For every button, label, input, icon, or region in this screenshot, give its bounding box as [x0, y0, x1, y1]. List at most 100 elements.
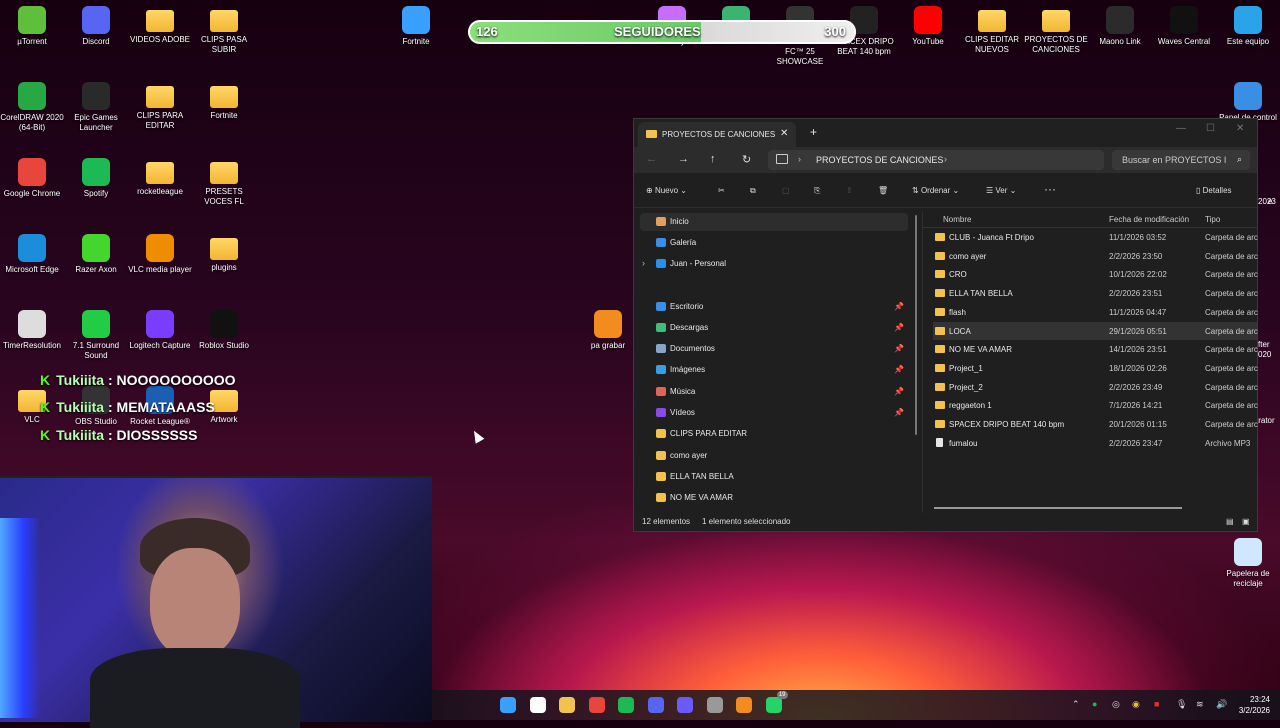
whatsapp-icon[interactable]: 19: [765, 691, 788, 713]
up-icon[interactable]: ↑: [710, 153, 716, 165]
desktop-icon-logitech-capture[interactable]: Logitech Capture: [128, 310, 192, 351]
desktop-icon-7-1-surround-sound[interactable]: 7.1 Surround Sound: [64, 310, 128, 361]
sidebar-item-escritorio[interactable]: Escritorio 📌: [640, 298, 908, 316]
spotify-icon[interactable]: [618, 697, 634, 713]
pin-icon[interactable]: 📌: [894, 323, 904, 332]
file-row[interactable]: fumalou 2/2/2026 23:47 Archivo MP3: [933, 434, 1257, 452]
sidebar-item-imagenes[interactable]: Imágenes 📌: [640, 361, 908, 379]
steam-tray-icon[interactable]: ◎: [1112, 699, 1120, 710]
sidebar-item-documentos[interactable]: Documentos 📌: [640, 340, 908, 358]
desktop-icon-razer-axon[interactable]: Razer Axon: [64, 234, 128, 275]
more-options-icon[interactable]: ···: [1044, 182, 1056, 196]
pin-icon[interactable]: 📌: [894, 365, 904, 374]
clock[interactable]: 23:24 3/2/2026: [1239, 694, 1270, 716]
desktop-icon-rocketleague[interactable]: rocketleague: [128, 158, 192, 197]
maono-tray-icon[interactable]: ◉: [1132, 699, 1140, 710]
details-view-icon[interactable]: ▤: [1226, 517, 1234, 526]
delete-icon[interactable]: 🗑: [878, 186, 888, 195]
tiles-view-icon[interactable]: ▣: [1242, 517, 1250, 526]
desktop-icon-clips-editar-nuevos[interactable]: CLIPS EDITAR NUEVOS: [960, 6, 1024, 55]
view-button[interactable]: ☰ Ver ⌄: [986, 186, 1016, 195]
desktop-icon-torrent[interactable]: µTorrent: [0, 6, 64, 47]
desktop-icon-coreldraw-2020-64-bit[interactable]: CorelDRAW 2020 (64-Bit): [0, 82, 64, 133]
app-tray-icon[interactable]: ■: [1154, 699, 1159, 709]
sidebar-item-musica[interactable]: Música 📌: [640, 383, 908, 401]
desktop-icon-videos-adobe[interactable]: VIDEOS ADOBE: [128, 6, 192, 45]
file-row[interactable]: Project_2 2/2/2026 23:49 Carpeta de arc: [933, 378, 1258, 396]
rename-icon[interactable]: ⎘: [814, 186, 820, 196]
desktop-icon-google-chrome[interactable]: Google Chrome: [0, 158, 64, 199]
back-icon[interactable]: ←: [646, 153, 657, 165]
desktop-icon-vlc-media-player[interactable]: VLC media player: [128, 234, 192, 275]
file-row[interactable]: CLUB - Juanca Ft Dripo 11/1/2026 03:52 Car…: [933, 228, 1258, 246]
paste-icon[interactable]: ▢: [782, 186, 790, 195]
desktop-icon-este-equipo[interactable]: Este equipo: [1216, 6, 1280, 47]
chevron-right-icon[interactable]: ›: [642, 258, 645, 268]
file-row[interactable]: LOCA 29/1/2026 05:51 Carpeta de arc: [933, 321, 1258, 340]
file-row[interactable]: ELLA TAN BELLA 2/2/2026 23:51 Carpeta de a…: [933, 284, 1258, 302]
maximize-icon[interactable]: ☐: [1206, 123, 1215, 134]
close-window-icon[interactable]: ✕: [1236, 123, 1244, 134]
volume-icon[interactable]: 🔊: [1216, 699, 1227, 710]
desktop-icon-waves-central[interactable]: Waves Central: [1152, 6, 1216, 47]
desktop-icon-fortnite[interactable]: Fortnite: [192, 82, 256, 121]
obs-icon[interactable]: [677, 697, 693, 713]
sidebar-item-videos[interactable]: Vídeos 📌: [640, 404, 908, 422]
search-icon[interactable]: [529, 697, 546, 713]
desktop-icon-proyectos-de-canciones[interactable]: PROYECTOS DE CANCIONES: [1024, 6, 1088, 55]
sort-button[interactable]: ⇅ Ordenar ⌄: [912, 186, 959, 195]
sidebar-item-juan-personal[interactable]: › Juan - Personal: [640, 255, 908, 273]
file-row[interactable]: Project_1 18/1/2026 02:26 Carpeta de arc: [933, 359, 1258, 377]
forward-icon[interactable]: →: [678, 153, 689, 165]
sidebar-item-no-me-va-amar[interactable]: NO ME VA AMAR: [640, 489, 908, 507]
file-row[interactable]: como ayer 2/2/2026 23:50 Carpeta de arc: [933, 247, 1258, 265]
horizontal-scrollbar[interactable]: [934, 507, 1182, 509]
tab-proyectos[interactable]: PROYECTOS DE CANCIONES ✕: [638, 122, 796, 147]
desktop-icon-clips-pasa-subir[interactable]: CLIPS PASA SUBIR: [192, 6, 256, 55]
pin-icon[interactable]: 📌: [894, 302, 904, 311]
sidebar-item-clips-para-editar[interactable]: CLIPS PARA EDITAR: [640, 425, 908, 443]
desktop-icon-youtube[interactable]: YouTube: [896, 6, 960, 47]
spotify-tray-icon[interactable]: ●: [1092, 699, 1097, 709]
share-icon[interactable]: ⇪: [846, 186, 853, 195]
search-box[interactable]: Buscar en PROYECTOS I ⌕: [1112, 150, 1250, 170]
fl-studio-icon[interactable]: [736, 697, 752, 713]
desktop-icon-epic-games-launcher[interactable]: Epic Games Launcher: [64, 82, 128, 133]
file-row[interactable]: NO ME VA AMAR 14/1/2026 23:51 Carpeta de a…: [933, 340, 1258, 358]
desktop-icon-clips-para-editar[interactable]: CLIPS PARA EDITAR: [128, 82, 192, 131]
desktop-icon-plugins[interactable]: plugins: [192, 234, 256, 273]
start-icon[interactable]: [500, 697, 516, 713]
desktop-icon-discord[interactable]: Discord: [64, 6, 128, 47]
copy-icon[interactable]: ⧉: [750, 186, 756, 196]
new-tab-icon[interactable]: +: [810, 125, 817, 139]
wifi-icon[interactable]: ≋: [1196, 699, 1204, 710]
details-button[interactable]: ▯ Detalles: [1196, 186, 1232, 195]
file-row[interactable]: SPACEX DRIPO BEAT 140 bpm 20/1/2026 01:15…: [933, 415, 1258, 433]
desktop-icon-presets-voces-fl[interactable]: PRESETS VOCES FL: [192, 158, 256, 207]
desktop-icon-fortnite[interactable]: Fortnite: [384, 6, 448, 47]
sidebar-item-inicio[interactable]: Inicio: [640, 213, 908, 231]
new-button[interactable]: ⊕ Nuevo ⌄: [646, 186, 687, 195]
sidebar-item-galeria[interactable]: Galería: [640, 234, 908, 252]
chevron-right-icon[interactable]: ›: [944, 154, 947, 164]
column-type[interactable]: Tipo: [1205, 215, 1220, 224]
cut-icon[interactable]: ✂: [718, 186, 725, 195]
desktop-icon-microsoft-edge[interactable]: Microsoft Edge: [0, 234, 64, 275]
desktop-icon-spotify[interactable]: Spotify: [64, 158, 128, 199]
file-row[interactable]: CRO 10/1/2026 22:02 Carpeta de arc: [933, 265, 1258, 283]
minimize-icon[interactable]: —: [1176, 123, 1186, 134]
desktop-icon-panel-de-control[interactable]: Panel de control: [1216, 82, 1280, 123]
pin-icon[interactable]: 📌: [894, 387, 904, 396]
microphone-icon[interactable]: 🎙: [1176, 699, 1187, 710]
file-explorer-icon[interactable]: [559, 697, 575, 713]
sidebar-item-descargas[interactable]: Descargas 📌: [640, 319, 908, 337]
show-hidden-icons[interactable]: ⌃: [1072, 699, 1080, 710]
discord-icon[interactable]: [647, 697, 664, 713]
desktop-icon-maono-link[interactable]: Maono Link: [1088, 6, 1152, 47]
sidebar-item-como-ayer[interactable]: como ayer: [640, 447, 908, 465]
chrome-icon[interactable]: [588, 697, 605, 713]
desktop-icon-papelera-de-reciclaje[interactable]: Papelera de reciclaje: [1216, 538, 1280, 589]
desktop-icon-roblox-studio[interactable]: Roblox Studio: [192, 310, 256, 351]
column-date[interactable]: Fecha de modificación: [1109, 215, 1189, 224]
file-row[interactable]: reggaeton 1 7/1/2026 14:21 Carpeta de arc: [933, 396, 1258, 414]
